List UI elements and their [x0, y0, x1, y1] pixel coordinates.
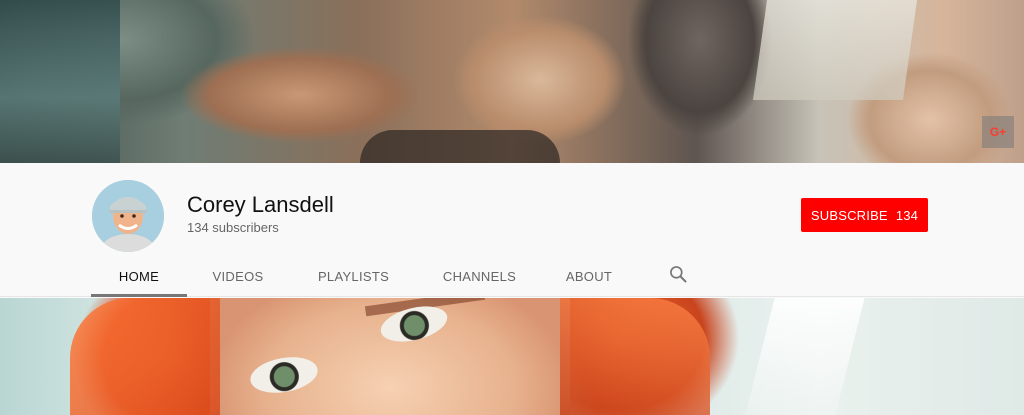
- tab-home[interactable]: HOME: [91, 255, 187, 297]
- avatar-image: [92, 180, 164, 252]
- banner-art-right: [752, 0, 918, 100]
- tab-about[interactable]: ABOUT: [541, 255, 637, 297]
- subscriber-count: 134 subscribers: [187, 220, 279, 235]
- banner-art-left: [0, 0, 120, 163]
- tab-home-label: HOME: [118, 268, 160, 284]
- avatar[interactable]: [92, 180, 164, 252]
- search-icon[interactable]: [668, 264, 688, 284]
- channel-header: Corey Lansdell 134 subscribers SUBSCRIBE…: [0, 163, 1024, 297]
- subscribe-button[interactable]: SUBSCRIBE 134: [801, 198, 928, 232]
- painting-streak: [745, 298, 865, 415]
- tab-videos-label: VIDEOS: [212, 268, 264, 284]
- channel-trailer-area: [0, 298, 1024, 415]
- subscribe-label: SUBSCRIBE: [810, 207, 888, 223]
- banner-art-bottom: [360, 130, 560, 163]
- tab-videos[interactable]: VIDEOS: [187, 255, 289, 297]
- google-plus-icon[interactable]: G+: [982, 116, 1014, 148]
- painting-hair-right: [560, 298, 710, 415]
- tab-channels[interactable]: CHANNELS: [418, 255, 541, 297]
- channel-tabs: HOME VIDEOS PLAYLISTS CHANNELS ABOUT: [91, 255, 637, 297]
- tab-channels-label: CHANNELS: [442, 268, 517, 284]
- tab-about-label: ABOUT: [565, 268, 613, 284]
- tab-playlists-label: PLAYLISTS: [317, 268, 390, 284]
- painting-hair-left: [70, 298, 220, 415]
- channel-name: Corey Lansdell: [187, 192, 334, 217]
- tab-playlists[interactable]: PLAYLISTS: [289, 255, 418, 297]
- channel-banner: [0, 0, 1024, 163]
- subscribe-count: 134: [895, 207, 919, 223]
